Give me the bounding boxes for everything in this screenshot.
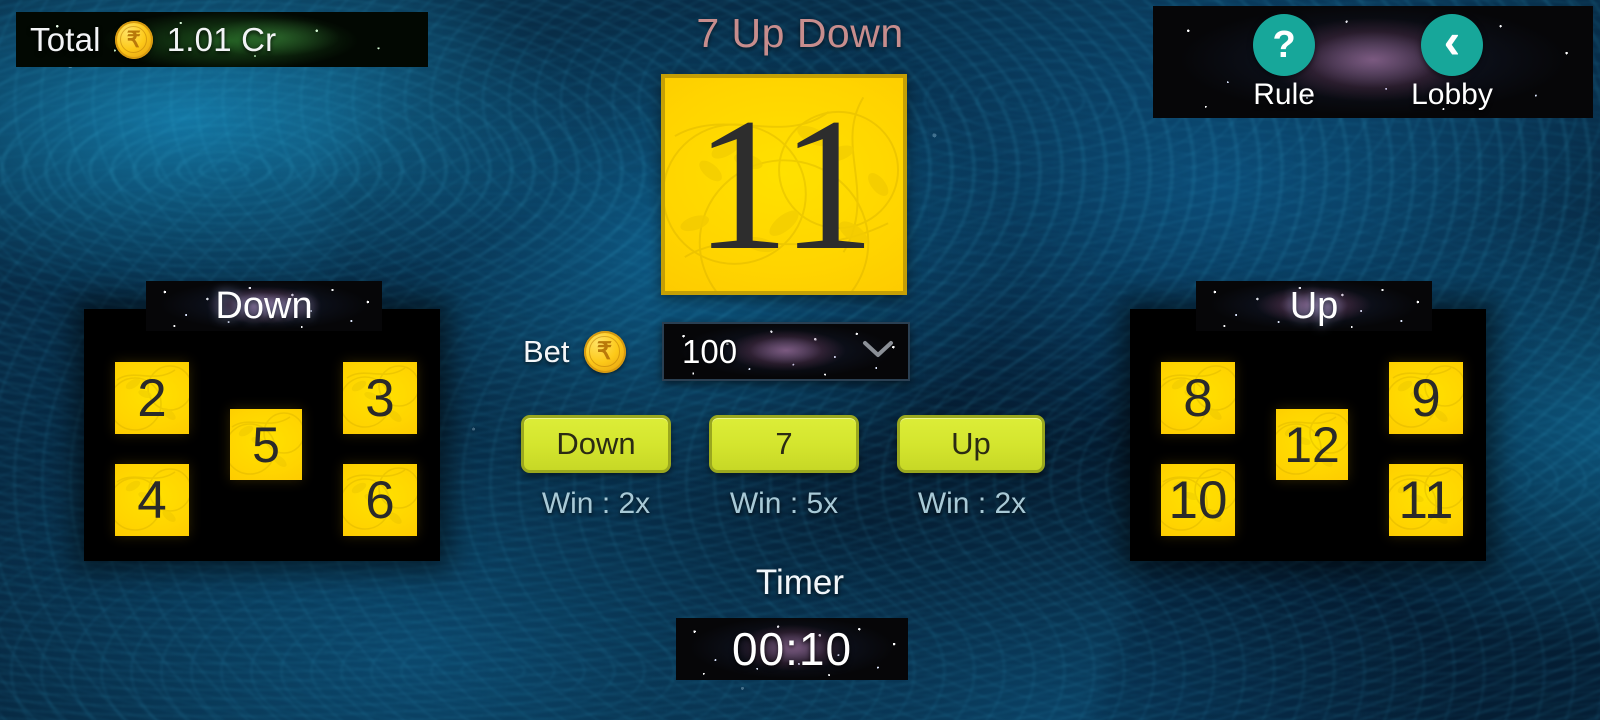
win-multiplier-up: Win : 2x (917, 487, 1027, 520)
bet-row: Bet ₹ 100 (523, 322, 913, 381)
lobby-button[interactable]: ‹ Lobby (1411, 14, 1493, 112)
number-card-value: 3 (365, 368, 395, 428)
number-card-value: 11 (1398, 470, 1454, 530)
number-card-down-2[interactable]: 2 (115, 362, 189, 434)
number-card-up-12[interactable]: 12 (1276, 409, 1348, 480)
top-nav-bar: ? Rule ‹ Lobby (1153, 6, 1593, 118)
number-card-value: 5 (252, 416, 280, 473)
bet-label: Bet (523, 333, 570, 369)
number-card-down-3[interactable]: 3 (343, 362, 417, 434)
number-card-value: 10 (1168, 470, 1228, 530)
down-panel-title: Down (146, 281, 382, 331)
number-card-up-11[interactable]: 11 (1389, 464, 1463, 536)
timer-value: 00:10 (676, 618, 908, 680)
result-card: 11 (661, 74, 907, 295)
bet-down-button[interactable]: Down (521, 415, 671, 473)
chevron-left-icon[interactable]: ‹ (1421, 14, 1483, 76)
win-multiplier-seven: Win : 5x (729, 487, 839, 520)
result-card-value: 11 (694, 79, 876, 290)
number-card-up-8[interactable]: 8 (1161, 362, 1235, 434)
number-card-value: 12 (1284, 416, 1340, 473)
bet-seven-button-label: 7 (775, 426, 793, 461)
rule-button-label: Rule (1253, 78, 1315, 111)
bet-amount-value: 100 (682, 332, 738, 370)
lobby-button-label: Lobby (1411, 78, 1493, 111)
timer-label: Timer (755, 563, 845, 602)
bet-down-button-label: Down (556, 426, 636, 461)
up-panel: Up 8 9 12 10 11 (1130, 281, 1486, 561)
question-mark-icon[interactable]: ? (1253, 14, 1316, 76)
number-card-down-4[interactable]: 4 (115, 464, 189, 536)
bet-amount-select[interactable]: 100 (662, 322, 910, 381)
number-card-up-10[interactable]: 10 (1161, 464, 1235, 536)
number-card-value: 6 (365, 470, 395, 530)
bet-up-button[interactable]: Up (897, 415, 1045, 473)
down-panel: Down 2 3 5 4 6 (84, 281, 440, 561)
number-card-down-5[interactable]: 5 (230, 409, 302, 480)
up-panel-title: Up (1196, 281, 1432, 331)
bet-up-button-label: Up (951, 426, 991, 461)
number-card-value: 2 (137, 368, 167, 428)
number-card-value: 4 (137, 470, 167, 530)
number-card-up-9[interactable]: 9 (1389, 362, 1463, 434)
chevron-down-icon[interactable] (862, 339, 894, 364)
bet-seven-button[interactable]: 7 (709, 415, 859, 473)
rule-button[interactable]: ? Rule (1253, 14, 1316, 112)
number-card-value: 9 (1411, 368, 1441, 428)
rupee-coin-icon: ₹ (583, 330, 626, 373)
win-multiplier-down: Win : 2x (541, 487, 651, 520)
number-card-down-6[interactable]: 6 (343, 464, 417, 536)
number-card-value: 8 (1183, 368, 1213, 428)
